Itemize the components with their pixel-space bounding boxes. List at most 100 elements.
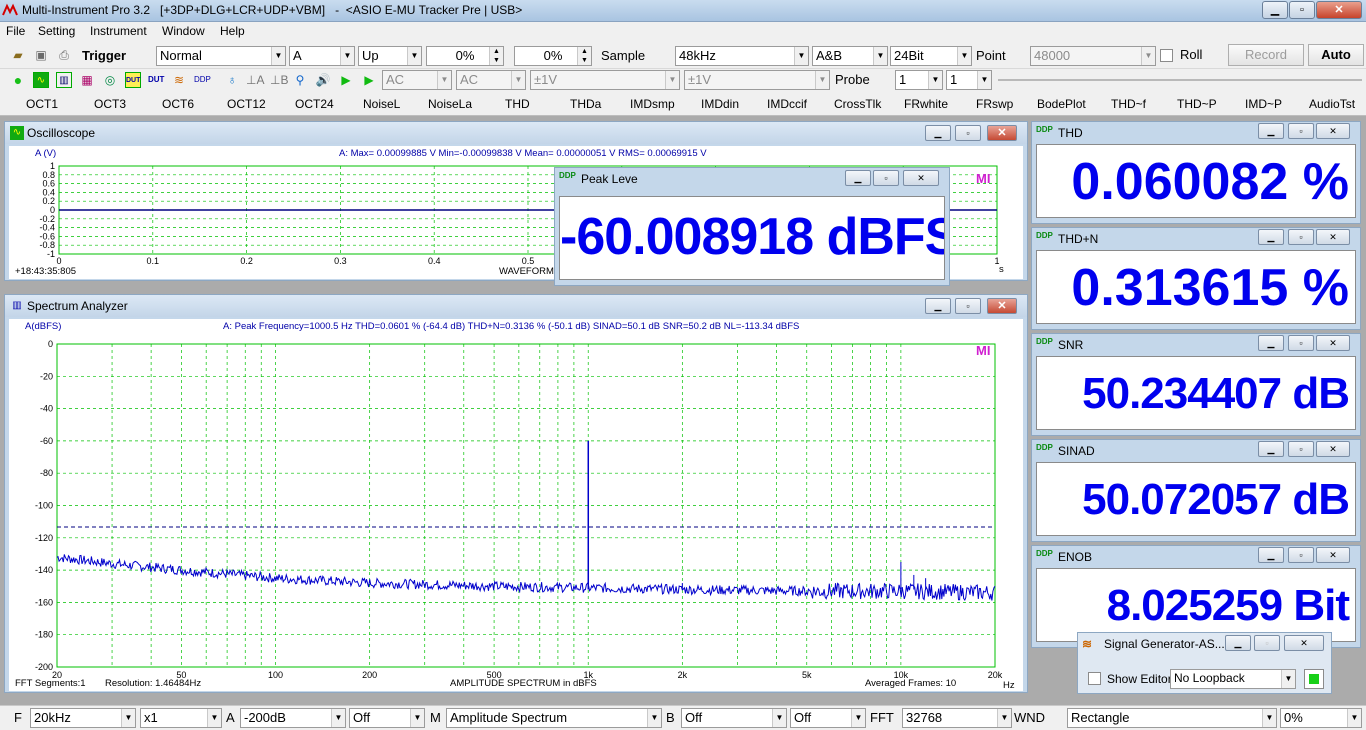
siggen-minimize-button[interactable]: ▁ bbox=[1225, 635, 1251, 651]
coupling-b-select[interactable]: AC ▼ bbox=[456, 70, 526, 90]
spectrum-analyzer-icon[interactable]: ▥ bbox=[56, 72, 72, 88]
phase-plot-icon[interactable]: ◎ bbox=[102, 72, 118, 88]
overlap-select[interactable]: 0% ▼ bbox=[1280, 708, 1362, 728]
save-icon[interactable]: ▣ bbox=[33, 47, 49, 63]
oscilloscope-close-button[interactable]: ✕ bbox=[987, 125, 1017, 141]
sinad-close-button[interactable]: ✕ bbox=[1316, 441, 1350, 457]
bit-depth-select[interactable]: 24Bit ▼ bbox=[890, 46, 972, 66]
test-thd-f[interactable]: THD~f bbox=[1111, 97, 1146, 111]
sinad-maximize-button[interactable]: ▫ bbox=[1288, 441, 1314, 457]
b-off-select[interactable]: Off ▼ bbox=[681, 708, 787, 728]
spectrum-minimize-button[interactable]: ▁ bbox=[925, 298, 951, 314]
thd-close-button[interactable]: ✕ bbox=[1316, 123, 1350, 139]
spectrum-close-button[interactable]: ✕ bbox=[987, 298, 1017, 314]
test-frwhite[interactable]: FRwhite bbox=[904, 97, 948, 111]
test-imdccif[interactable]: IMDccif bbox=[767, 97, 807, 111]
oscilloscope-maximize-button[interactable]: ▫ bbox=[955, 125, 981, 141]
thd-minimize-button[interactable]: ▁ bbox=[1258, 123, 1284, 139]
test-imdsmp[interactable]: IMDsmp bbox=[630, 97, 675, 111]
print-icon[interactable]: ⎙ bbox=[56, 47, 72, 63]
points-select[interactable]: 48000 ▼ bbox=[1030, 46, 1156, 66]
ddp-icon[interactable]: DDP bbox=[194, 72, 211, 88]
oscilloscope-caption[interactable]: ∿ Oscilloscope ▁ ▫ ✕ bbox=[5, 122, 1027, 144]
signal-generator-icon[interactable]: ≋ bbox=[171, 72, 187, 88]
test-audiotst[interactable]: AudioTst bbox=[1309, 97, 1355, 111]
peak-maximize-button[interactable]: ▫ bbox=[873, 170, 899, 186]
sample-rate-select[interactable]: 48kHz ▼ bbox=[675, 46, 809, 66]
enob-minimize-button[interactable]: ▁ bbox=[1258, 547, 1284, 563]
range-a-select[interactable]: ±1V ▼ bbox=[530, 70, 680, 90]
show-editor-checkbox[interactable] bbox=[1088, 672, 1101, 685]
snr-close-button[interactable]: ✕ bbox=[1316, 335, 1350, 351]
probe-a-select[interactable]: 1 ▼ bbox=[895, 70, 943, 90]
test-frswp[interactable]: FRswp bbox=[976, 97, 1013, 111]
test-bodeplot[interactable]: BodePlot bbox=[1037, 97, 1086, 111]
menu-window[interactable]: Window bbox=[162, 24, 205, 38]
snr-minimize-button[interactable]: ▁ bbox=[1258, 335, 1284, 351]
calibration-icon[interactable]: ♁ bbox=[224, 72, 240, 88]
test-thd[interactable]: THD bbox=[505, 97, 530, 111]
trigger-level-spinner[interactable]: 0% ▲ ▼ bbox=[426, 46, 504, 66]
test-oct24[interactable]: OCT24 bbox=[295, 97, 334, 111]
toolbar-slider-track[interactable] bbox=[998, 79, 1362, 81]
spectrogram-icon[interactable]: ▦ bbox=[79, 72, 95, 88]
frequency-range-select[interactable]: 20kHz ▼ bbox=[30, 708, 136, 728]
record-button[interactable]: Record bbox=[1228, 44, 1304, 66]
a-off-select[interactable]: Off ▼ bbox=[349, 708, 425, 728]
auto-button[interactable]: Auto bbox=[1308, 44, 1364, 66]
spectrum-caption[interactable]: ▥ Spectrum Analyzer ▁ ▫ ✕ bbox=[5, 295, 1027, 317]
dvm-icon[interactable]: DUT bbox=[148, 72, 164, 88]
zoom-select[interactable]: x1 ▼ bbox=[140, 708, 222, 728]
siggen-close-button[interactable]: ✕ bbox=[1284, 635, 1324, 651]
menu-setting[interactable]: Setting bbox=[38, 24, 75, 38]
thd-maximize-button[interactable]: ▫ bbox=[1288, 123, 1314, 139]
test-imddin[interactable]: IMDdin bbox=[701, 97, 739, 111]
speaker-icon[interactable]: 🔊 bbox=[315, 72, 331, 88]
peak-close-button[interactable]: ✕ bbox=[903, 170, 939, 186]
sinad-minimize-button[interactable]: ▁ bbox=[1258, 441, 1284, 457]
pre-trigger-spinner[interactable]: 0% ▲ ▼ bbox=[514, 46, 592, 66]
roll-checkbox[interactable] bbox=[1160, 49, 1173, 62]
mode-select[interactable]: Amplitude Spectrum ▼ bbox=[446, 708, 662, 728]
trigger-channel-select[interactable]: A ▼ bbox=[289, 46, 355, 66]
test-oct3[interactable]: OCT3 bbox=[94, 97, 126, 111]
a-min-select[interactable]: -200dB ▼ bbox=[240, 708, 346, 728]
thd-n-close-button[interactable]: ✕ bbox=[1316, 229, 1350, 245]
spectrum-plot-area[interactable]: A(dBFS) A: Peak Frequency=1000.5 Hz THD=… bbox=[9, 319, 1023, 691]
range-b-select[interactable]: ±1V ▼ bbox=[684, 70, 830, 90]
menu-help[interactable]: Help bbox=[220, 24, 245, 38]
test-noisel[interactable]: NoiseL bbox=[363, 97, 400, 111]
play-loop-icon[interactable]: ▶ bbox=[361, 72, 377, 88]
test-oct12[interactable]: OCT12 bbox=[227, 97, 266, 111]
probe-icon[interactable]: ⚲ bbox=[292, 72, 308, 88]
test-oct6[interactable]: OCT6 bbox=[162, 97, 194, 111]
probe-b-select[interactable]: 1 ▼ bbox=[946, 70, 992, 90]
test-noisela[interactable]: NoiseLa bbox=[428, 97, 472, 111]
peak-minimize-button[interactable]: ▁ bbox=[845, 170, 871, 186]
test-thda[interactable]: THDa bbox=[570, 97, 601, 111]
menu-file[interactable]: File bbox=[6, 24, 25, 38]
spectrum-chart[interactable]: 0-20-40-60-80-100-120-140-160-180-20020 5… bbox=[9, 319, 1023, 691]
test-imd-p[interactable]: IMD~P bbox=[1245, 97, 1282, 111]
minimize-button[interactable]: ▁ bbox=[1262, 1, 1288, 19]
b-off2-select[interactable]: Off ▼ bbox=[790, 708, 866, 728]
trigger-edge-select[interactable]: Up ▼ bbox=[358, 46, 422, 66]
thd-n-minimize-button[interactable]: ▁ bbox=[1258, 229, 1284, 245]
test-crosstlk[interactable]: CrossTlk bbox=[834, 97, 881, 111]
window-function-select[interactable]: Rectangle ▼ bbox=[1067, 708, 1277, 728]
enob-close-button[interactable]: ✕ bbox=[1316, 547, 1350, 563]
thd-n-maximize-button[interactable]: ▫ bbox=[1288, 229, 1314, 245]
snr-maximize-button[interactable]: ▫ bbox=[1288, 335, 1314, 351]
fft-size-select[interactable]: 32768 ▼ bbox=[902, 708, 1012, 728]
test-thd-p[interactable]: THD~P bbox=[1177, 97, 1217, 111]
coupling-a-select[interactable]: AC ▼ bbox=[382, 70, 452, 90]
oscilloscope-icon[interactable]: ∿ bbox=[33, 72, 49, 88]
enob-maximize-button[interactable]: ▫ bbox=[1288, 547, 1314, 563]
trigger-mode-select[interactable]: Normal ▼ bbox=[156, 46, 286, 66]
loopback-select[interactable]: No Loopback ▼ bbox=[1170, 669, 1296, 689]
level-a-icon[interactable]: ⊥A bbox=[246, 72, 264, 88]
maximize-button[interactable]: ▫ bbox=[1289, 1, 1315, 19]
spectrum-maximize-button[interactable]: ▫ bbox=[955, 298, 981, 314]
channel-select[interactable]: A&B ▼ bbox=[812, 46, 888, 66]
test-oct1[interactable]: OCT1 bbox=[26, 97, 58, 111]
